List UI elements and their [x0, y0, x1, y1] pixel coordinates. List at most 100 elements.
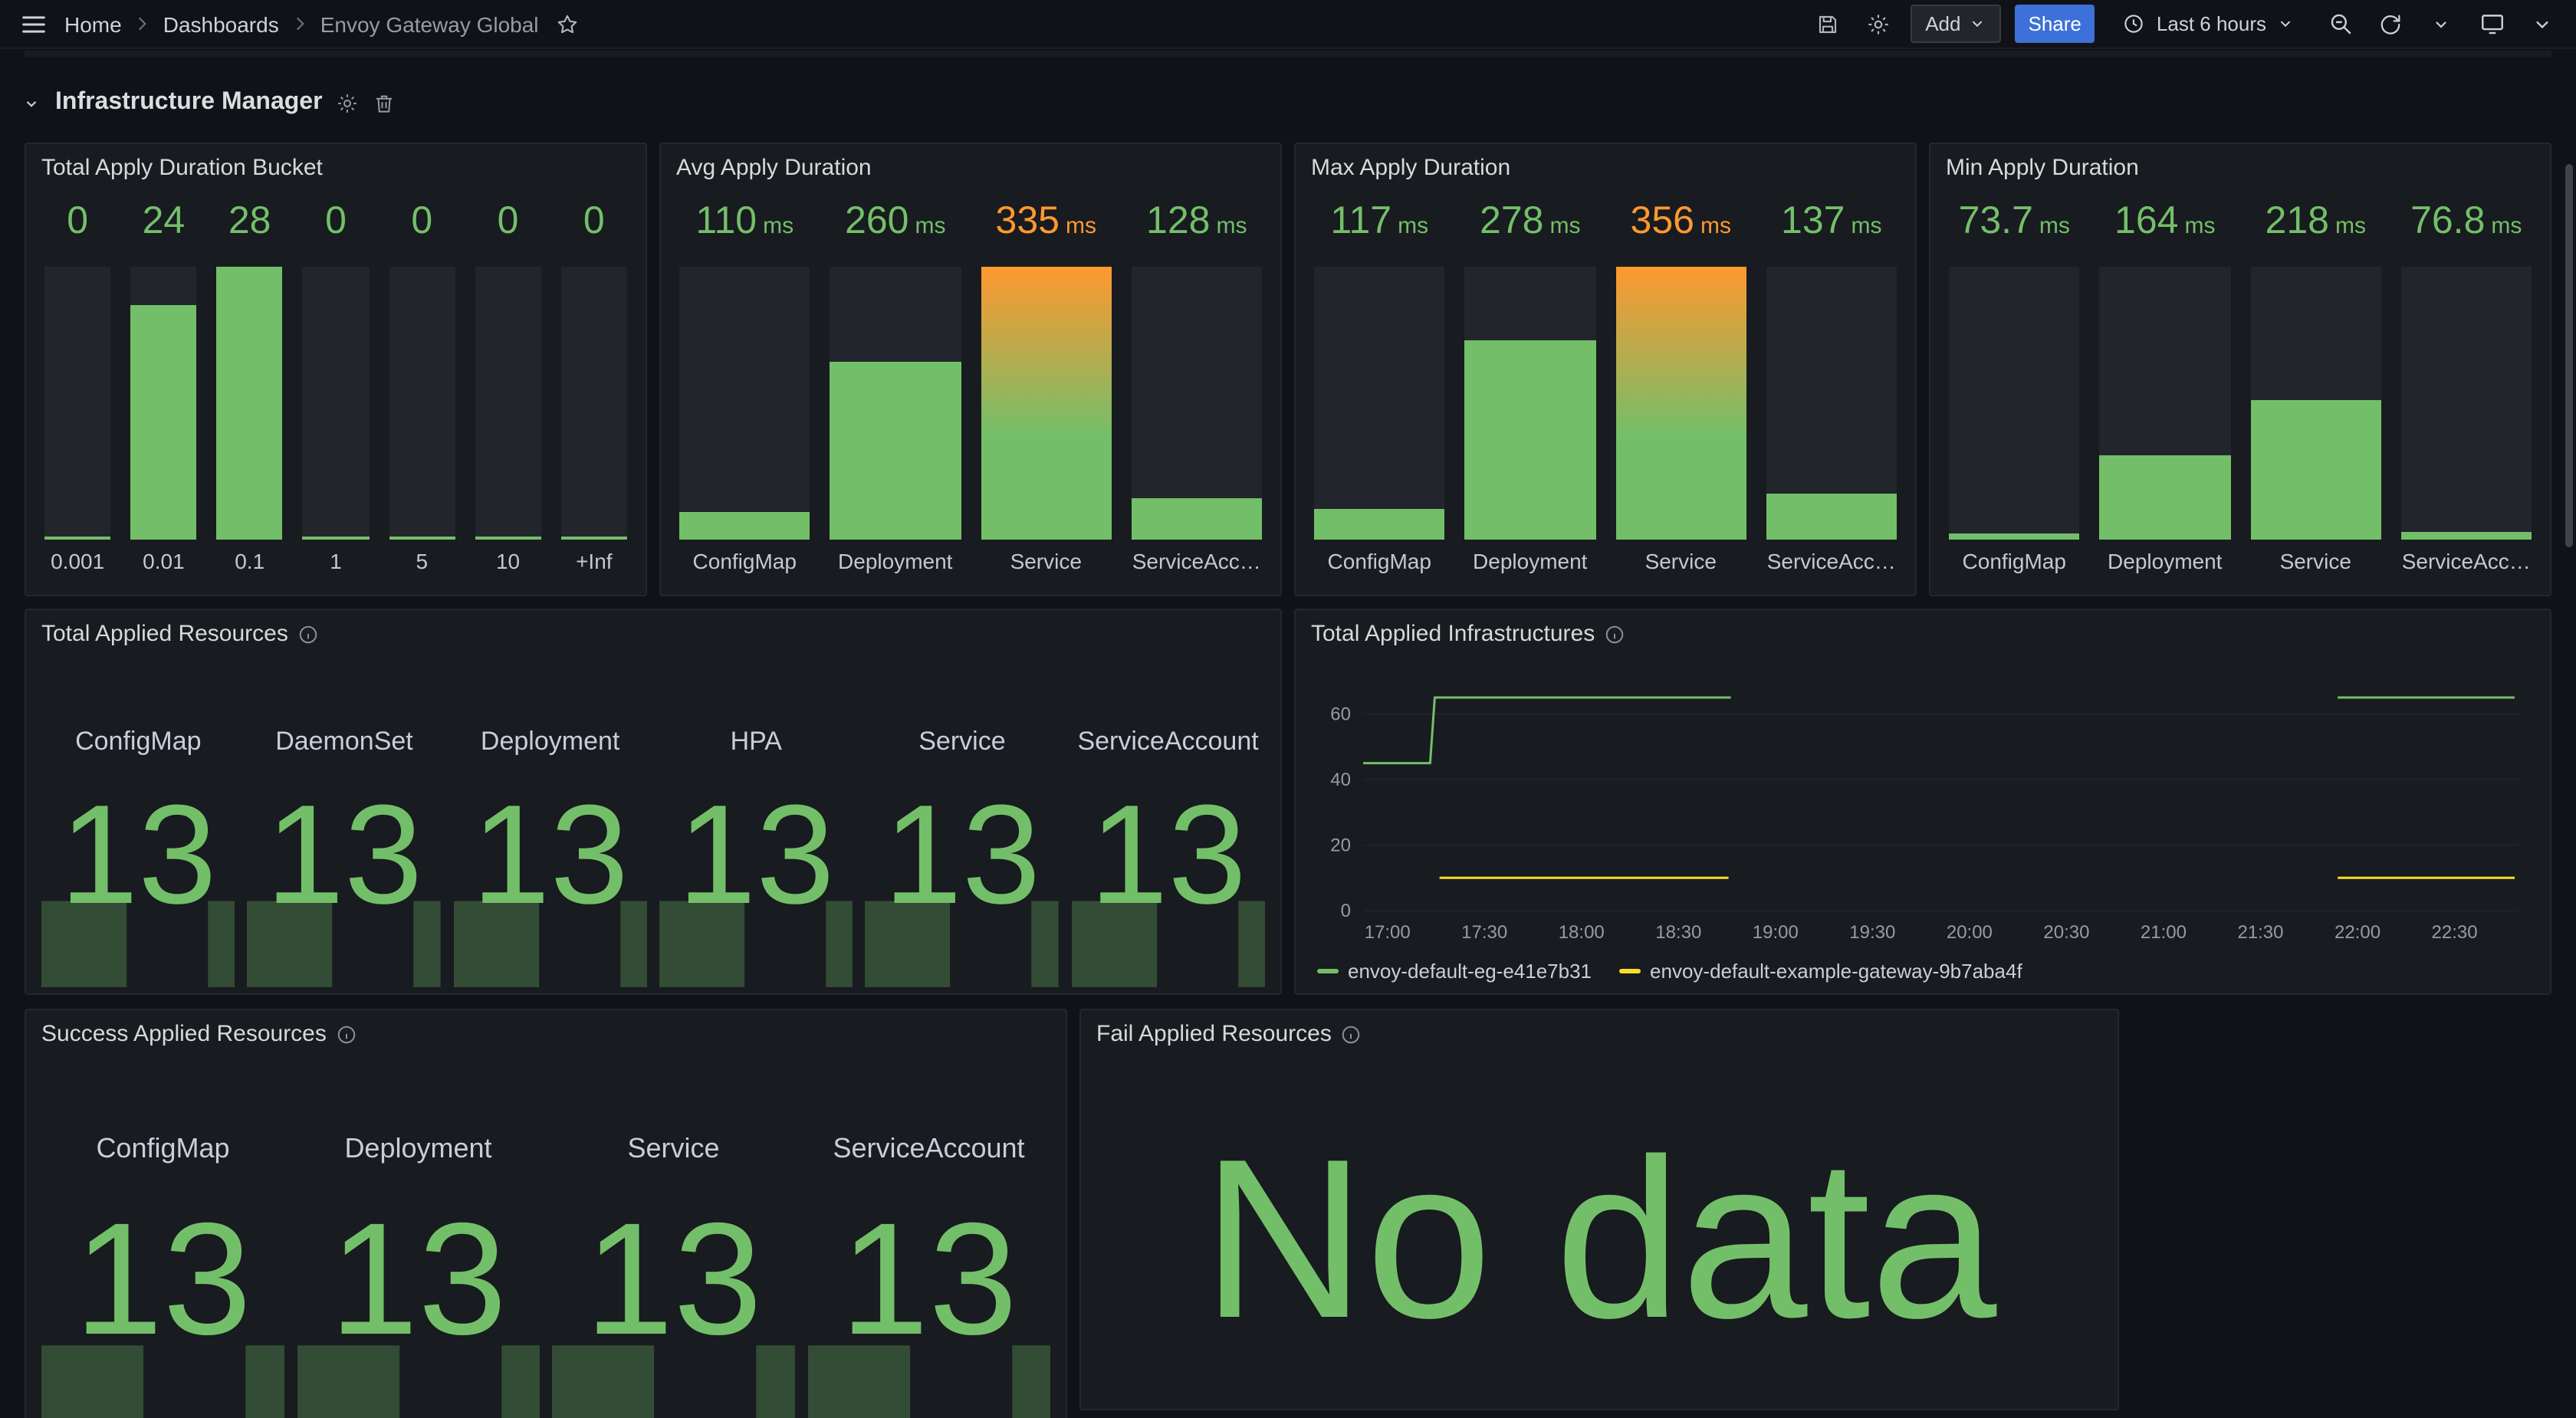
stat-label: ConfigMap	[41, 1133, 284, 1165]
panel-title[interactable]: Fail Applied Resources	[1081, 1010, 2118, 1047]
gauge-value-unit: ms	[1700, 213, 1731, 239]
dashboard-settings-button[interactable]	[1859, 5, 1896, 42]
gauge-column-service: 335msService	[981, 199, 1112, 583]
kiosk-mode-button[interactable]	[2473, 5, 2510, 42]
gauge-category-label: 0.001	[44, 549, 110, 583]
panel-title-text: Avg Apply Duration	[676, 155, 872, 181]
no-data-message: No data	[1081, 1056, 2118, 1409]
svg-text:21:30: 21:30	[2237, 922, 2283, 943]
gauge-track	[679, 267, 810, 540]
share-button[interactable]: Share	[2015, 5, 2095, 43]
stat-value: 13	[659, 785, 853, 926]
gauge-column-deployment: 260msDeployment	[830, 199, 961, 583]
legend-item-envoy-default-eg-e41e7b31[interactable]: envoy-default-eg-e41e7b31	[1317, 960, 1592, 983]
zoom-out-button[interactable]	[2321, 5, 2358, 42]
stat-cell-daemonset: DaemonSet13	[248, 656, 442, 987]
panel-title-text: Max Apply Duration	[1311, 155, 1510, 181]
gauge-value-number: 0	[411, 199, 432, 244]
gauge-column-configmap: 110msConfigMap	[679, 199, 810, 583]
panel-title[interactable]: Max Apply Duration	[1296, 144, 1915, 181]
gauge-column-service: 356ms Service	[1615, 199, 1746, 583]
svg-text:18:30: 18:30	[1655, 922, 1701, 943]
gauge-value-number: 128	[1146, 199, 1210, 244]
gauge-track	[44, 267, 110, 540]
breadcrumb-home[interactable]: Home	[64, 11, 122, 36]
legend-item-envoy-default-example-gateway-9b7aba4f[interactable]: envoy-default-example-gateway-9b7aba4f	[1619, 960, 2022, 983]
gauge-value-unit: ms	[1398, 213, 1428, 239]
scrollbar-thumb[interactable]	[2565, 164, 2573, 547]
svg-text:60: 60	[1330, 704, 1351, 724]
gauge-fill	[217, 267, 283, 540]
stat-label: ServiceAccount	[1071, 727, 1265, 757]
gauge-value: 356ms	[1615, 199, 1746, 251]
gauge-fill	[561, 537, 627, 540]
gauge-fill	[2401, 531, 2532, 540]
svg-text:17:00: 17:00	[1365, 922, 1411, 943]
add-button[interactable]: Add	[1910, 5, 2000, 43]
panel-title-text: Success Applied Resources	[41, 1021, 327, 1047]
gauge-value-unit: ms	[2184, 213, 2215, 239]
refresh-interval-dropdown[interactable]	[2423, 5, 2459, 42]
panel-title[interactable]: Total Apply Duration Bucket	[26, 144, 646, 181]
gauge-value-number: 0	[583, 199, 605, 244]
gauge-track	[561, 267, 627, 540]
bar-gauge: 110msConfigMap260msDeployment335msServic…	[679, 199, 1262, 583]
info-circle-icon[interactable]	[1341, 1023, 1362, 1045]
gauge-value-number: 164	[2114, 199, 2178, 244]
row-title[interactable]: Infrastructure Manager	[55, 89, 323, 117]
timeseries-plot: 020406017:0017:3018:0018:3019:0019:3020:…	[1311, 662, 2528, 947]
svg-text:17:30: 17:30	[1461, 922, 1507, 943]
gauge-track	[303, 267, 369, 540]
svg-text:20:00: 20:00	[1947, 922, 1993, 943]
panel-title[interactable]: Min Apply Duration	[1930, 144, 2550, 181]
gauge-category-label: ServiceAcc…	[1766, 549, 1898, 583]
legend-series-name: envoy-default-example-gateway-9b7aba4f	[1650, 960, 2022, 983]
gauge-value: 0	[303, 199, 369, 251]
timeseries-chart: 020406017:0017:3018:0018:3019:0019:3020:…	[1311, 662, 2528, 947]
save-dashboard-button[interactable]	[1809, 5, 1845, 42]
stat-label: ConfigMap	[41, 727, 235, 757]
panel-title-text: Fail Applied Resources	[1096, 1021, 1332, 1047]
chevron-down-icon	[2532, 13, 2553, 34]
panel-title-text: Total Applied Resources	[41, 621, 288, 647]
refresh-button[interactable]	[2372, 5, 2409, 42]
breadcrumb-dashboards[interactable]: Dashboards	[163, 11, 279, 36]
gauge-category-label: Deployment	[1465, 549, 1596, 583]
stat-value: 13	[552, 1200, 795, 1360]
grafana-app: Home Dashboards Envoy Gateway Global	[0, 0, 2576, 1418]
stat-value: 13	[1071, 785, 1265, 926]
stat-value: 13	[41, 1200, 284, 1360]
gauge-value-unit: ms	[763, 213, 794, 239]
navbar-collapse-button[interactable]	[2524, 5, 2561, 42]
panel-title[interactable]: Avg Apply Duration	[661, 144, 1280, 181]
panel-title[interactable]: Total Applied Infrastructures	[1296, 610, 2550, 647]
panel-title[interactable]: Total Applied Resources	[26, 610, 1280, 647]
menu-toggle-button[interactable]	[15, 5, 52, 42]
row-settings-gear-icon[interactable]	[337, 91, 360, 114]
refresh-icon	[2378, 11, 2403, 36]
gauge-fill	[981, 267, 1112, 540]
svg-text:21:00: 21:00	[2141, 922, 2187, 943]
panel-title-text: Min Apply Duration	[1946, 155, 2139, 181]
row-collapse-chevron-icon[interactable]	[21, 93, 41, 113]
panel-title-text: Total Applied Infrastructures	[1311, 621, 1595, 647]
info-circle-icon[interactable]	[336, 1023, 357, 1045]
info-circle-icon[interactable]	[297, 623, 319, 645]
floppy-save-icon	[1815, 11, 1839, 36]
gauge-value: 0	[475, 199, 540, 251]
favorite-star-button[interactable]	[550, 5, 586, 42]
gauge-track	[1465, 267, 1596, 540]
gauge-column-serviceacc: 137msServiceAcc…	[1766, 199, 1898, 583]
info-circle-icon[interactable]	[1604, 623, 1625, 645]
gauge-category-label: Deployment	[2100, 549, 2231, 583]
panel-title[interactable]: Success Applied Resources	[26, 1010, 1066, 1047]
time-range-picker[interactable]: Last 6 hours	[2109, 5, 2308, 43]
navbar-right: Add Share Last 6 hours	[1809, 5, 2561, 43]
gauge-category-label: Service	[1615, 549, 1746, 583]
svg-text:22:00: 22:00	[2334, 922, 2380, 943]
gauge-value-number: 278	[1480, 199, 1543, 244]
gauge-fill	[1132, 499, 1263, 540]
gauge-track	[1949, 267, 2080, 540]
svg-text:40: 40	[1330, 770, 1351, 790]
row-delete-trash-icon[interactable]	[373, 91, 396, 114]
